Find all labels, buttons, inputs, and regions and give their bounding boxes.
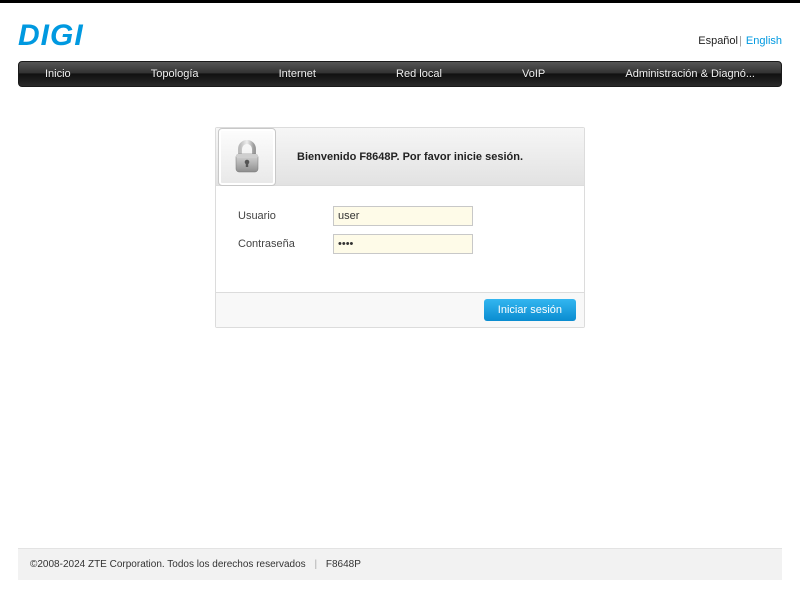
footer-copyright: ©2008-2024 ZTE Corporation. Todos los de… [30,559,306,570]
password-input[interactable] [333,234,473,254]
nav-item-voip[interactable]: VoIP [502,62,565,86]
header: DIGI Español| English [18,3,782,61]
footer: ©2008-2024 ZTE Corporation. Todos los de… [18,548,782,580]
nav-bar: Inicio Topología Internet Red local VoIP… [18,61,782,87]
login-panel-header: Bienvenido F8648P. Por favor inicie sesi… [216,128,584,186]
password-label: Contraseña [238,238,333,250]
lang-separator: | [739,35,742,47]
lang-english[interactable]: English [746,35,782,47]
login-welcome-text: Bienvenido F8648P. Por favor inicie sesi… [276,151,584,163]
login-actions: Iniciar sesión [216,292,584,327]
nav-item-admin[interactable]: Administración & Diagnó... [605,62,775,86]
nav-item-topologia[interactable]: Topología [131,62,219,86]
username-row: Usuario [238,206,584,226]
login-button[interactable]: Iniciar sesión [484,299,576,321]
login-panel: Bienvenido F8648P. Por favor inicie sesi… [215,127,585,328]
password-row: Contraseña [238,234,584,254]
lang-spanish[interactable]: Español [698,35,738,47]
username-label: Usuario [238,210,333,222]
language-selector: Español| English [698,35,782,51]
username-input[interactable] [333,206,473,226]
login-form: Usuario Contraseña [216,186,584,292]
nav-item-inicio[interactable]: Inicio [25,62,91,86]
footer-model: F8648P [326,559,361,570]
lock-icon [218,128,276,186]
nav-item-internet[interactable]: Internet [259,62,336,86]
footer-separator: | [314,559,317,570]
brand-logo: DIGI [18,21,84,51]
nav-item-redlocal[interactable]: Red local [376,62,462,86]
